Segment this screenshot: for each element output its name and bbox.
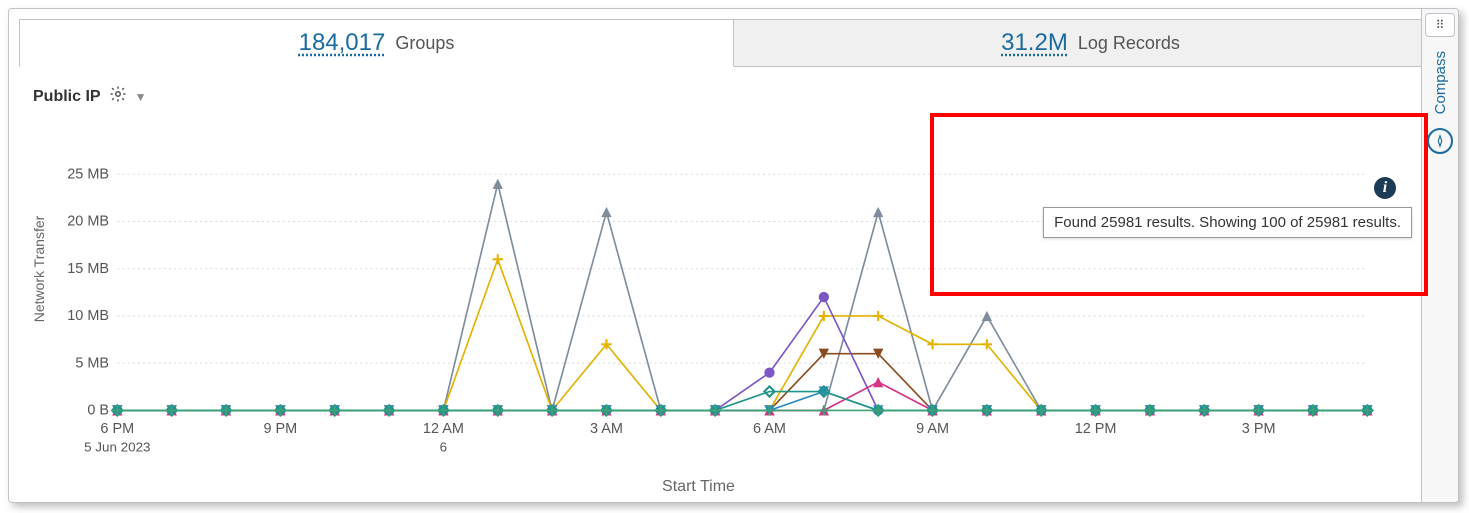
compass-button[interactable]: Compass <box>1432 51 1449 114</box>
svg-text:15 MB: 15 MB <box>67 261 109 277</box>
tab-groups[interactable]: 184,017 Groups <box>19 19 734 67</box>
svg-text:6 PM: 6 PM <box>100 421 134 437</box>
svg-text:5 MB: 5 MB <box>75 355 109 371</box>
svg-text:5 Jun 2023: 5 Jun 2023 <box>84 440 150 455</box>
svg-text:25 MB: 25 MB <box>67 166 109 182</box>
panel-title: Public IP <box>33 88 101 106</box>
chevron-down-icon[interactable]: ▼ <box>135 90 147 104</box>
svg-text:12 PM: 12 PM <box>1075 421 1117 437</box>
tab-log-records-count[interactable]: 31.2M <box>1001 29 1068 57</box>
svg-text:12 AM: 12 AM <box>423 421 464 437</box>
svg-text:20 MB: 20 MB <box>67 214 109 230</box>
drag-handle-icon[interactable]: ⠿ <box>1425 13 1455 37</box>
svg-text:6: 6 <box>440 440 447 455</box>
tab-bar: 184,017 Groups 31.2M Log Records <box>19 19 1448 67</box>
side-rail: ⠿ Compass <box>1421 9 1458 502</box>
svg-text:0 B: 0 B <box>87 403 109 419</box>
svg-text:9 AM: 9 AM <box>916 421 949 437</box>
svg-text:9 PM: 9 PM <box>263 421 297 437</box>
dashboard-frame: 184,017 Groups 31.2M Log Records Public … <box>8 8 1459 503</box>
svg-text:3 AM: 3 AM <box>590 421 623 437</box>
svg-text:6 AM: 6 AM <box>753 421 786 437</box>
tab-groups-label: Groups <box>395 33 454 54</box>
svg-text:3 PM: 3 PM <box>1242 421 1276 437</box>
compass-icon[interactable] <box>1427 128 1453 154</box>
tab-log-records[interactable]: 31.2M Log Records <box>733 19 1448 67</box>
info-icon[interactable]: i <box>1374 177 1396 199</box>
chart-x-axis-label: Start Time <box>9 478 1388 496</box>
tab-log-records-label: Log Records <box>1078 33 1180 54</box>
tab-groups-count[interactable]: 184,017 <box>299 29 386 57</box>
svg-text:10 MB: 10 MB <box>67 308 109 324</box>
gear-icon[interactable] <box>109 85 127 108</box>
panel-heading: Public IP ▼ <box>33 85 1438 108</box>
info-tooltip: Found 25981 results. Showing 100 of 2598… <box>1043 207 1412 238</box>
